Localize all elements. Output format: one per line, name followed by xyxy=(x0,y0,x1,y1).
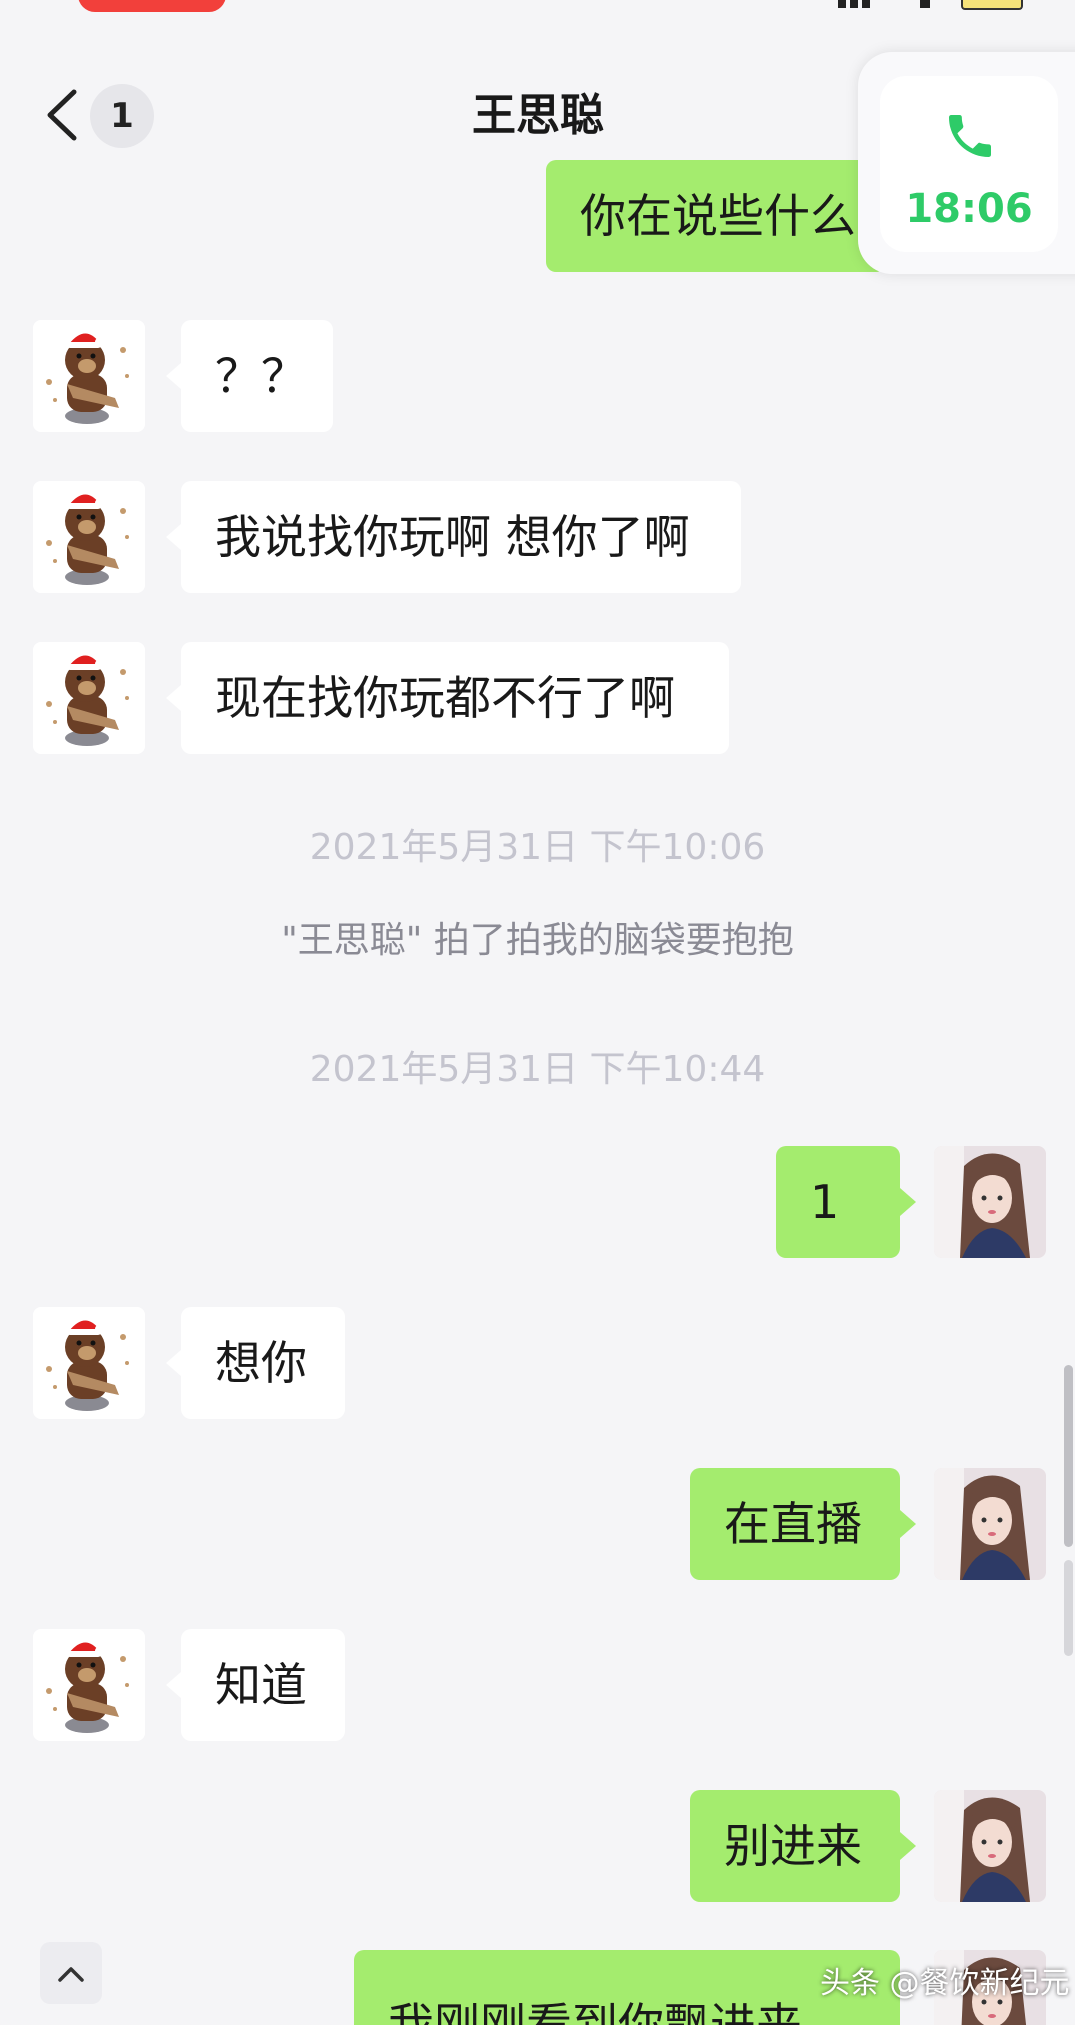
message-text: 在直播 xyxy=(724,1497,862,1551)
scrollbar-thumb[interactable] xyxy=(1064,1365,1073,1547)
scroll-up-icon[interactable] xyxy=(40,1942,102,2004)
contact-avatar[interactable] xyxy=(33,1307,145,1419)
message-text: 别进来 xyxy=(724,1819,862,1873)
timestamp: 2021年5月31日 下午10:06 xyxy=(309,827,766,868)
watermark: 头条 @餐饮新纪元 xyxy=(820,1966,1070,2001)
message-bubble-sent[interactable]: 我刚刚看到你飘进来 xyxy=(354,1950,900,2025)
message-bubble-received[interactable]: ？？ xyxy=(181,320,333,432)
message-text: 想你 xyxy=(215,1336,307,1390)
signal-bar xyxy=(850,0,858,8)
message-bubble-received[interactable]: 现在找你玩都不行了啊 xyxy=(181,642,729,754)
bubble-tail xyxy=(166,523,182,551)
scrollbar-track[interactable] xyxy=(1064,1560,1073,1656)
wifi-icon xyxy=(920,0,930,8)
timestamp: 2021年5月31日 下午10:44 xyxy=(309,1049,766,1090)
message-bubble-received[interactable]: 知道 xyxy=(181,1629,345,1741)
contact-avatar[interactable] xyxy=(33,320,145,432)
message-text: 知道 xyxy=(215,1658,307,1712)
bubble-tail xyxy=(166,362,182,390)
signal-icon xyxy=(838,0,846,8)
bubble-tail xyxy=(900,1832,916,1860)
signal-bar xyxy=(862,0,870,8)
message-bubble-sent[interactable]: 别进来 xyxy=(690,1790,900,1902)
message-bubble-sent[interactable]: 在直播 xyxy=(690,1468,900,1580)
my-avatar[interactable] xyxy=(934,1790,1046,1902)
bubble-tail xyxy=(166,1349,182,1377)
bubble-tail xyxy=(166,684,182,712)
message-bubble-sent[interactable]: 你在说些什么 xyxy=(546,160,886,272)
pat-notice: "王思聪" 拍了拍我的脑袋要抱抱 xyxy=(281,920,794,961)
my-avatar[interactable] xyxy=(934,1146,1046,1258)
message-bubble-received[interactable]: 我说找你玩啊 想你了啊 xyxy=(181,481,741,593)
call-duration: 18:06 xyxy=(905,186,1033,232)
contact-avatar[interactable] xyxy=(33,1629,145,1741)
message-text: 我刚刚看到你飘进来 xyxy=(388,1998,802,2025)
bubble-tail xyxy=(900,1188,916,1216)
chat-title: 王思聪 xyxy=(472,90,604,141)
contact-avatar[interactable] xyxy=(33,642,145,754)
message-bubble-received[interactable]: 想你 xyxy=(181,1307,345,1419)
back-arrow-icon[interactable] xyxy=(38,80,88,150)
status-indicator-pill xyxy=(78,0,226,12)
contact-avatar[interactable] xyxy=(33,481,145,593)
message-text: ？？ xyxy=(215,349,307,403)
bubble-tail xyxy=(900,1510,916,1538)
unread-count-badge[interactable]: 1 xyxy=(90,84,154,148)
message-bubble-sent[interactable]: 1 xyxy=(776,1146,900,1258)
bubble-tail xyxy=(166,1671,182,1699)
message-text: 现在找你玩都不行了啊 xyxy=(215,671,675,725)
phone-icon xyxy=(949,115,991,157)
message-text: 1 xyxy=(810,1175,840,1229)
message-text: 我说找你玩啊 想你了啊 xyxy=(215,510,690,564)
my-avatar[interactable] xyxy=(934,1468,1046,1580)
message-text: 你在说些什么 xyxy=(580,189,856,243)
battery-icon xyxy=(961,0,1023,10)
